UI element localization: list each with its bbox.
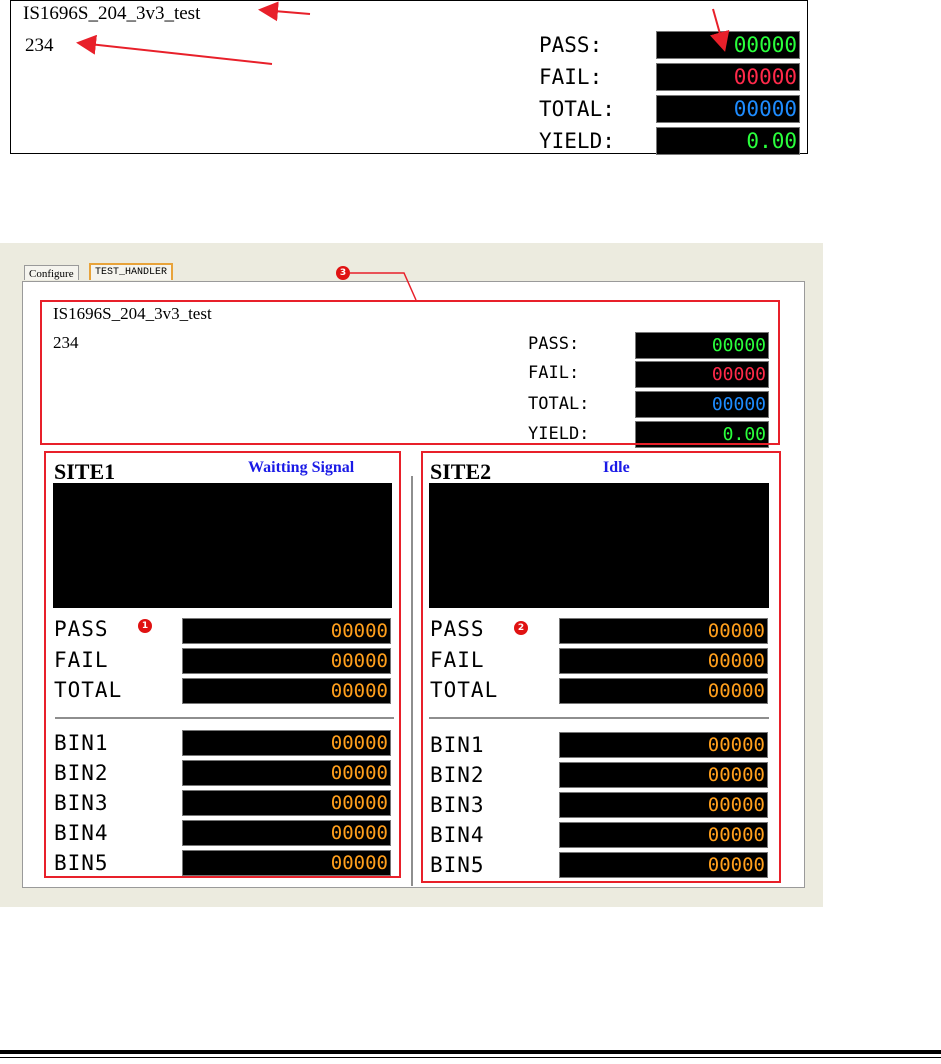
- callout-3-leader: [350, 272, 417, 301]
- callout-box-site1: [44, 451, 401, 878]
- site-divider: [411, 476, 413, 886]
- callout-box-summary: [40, 300, 780, 445]
- footer-rule-thin: [0, 1057, 941, 1058]
- footer-rule: [0, 1050, 941, 1054]
- callout-box-site2: [421, 451, 781, 883]
